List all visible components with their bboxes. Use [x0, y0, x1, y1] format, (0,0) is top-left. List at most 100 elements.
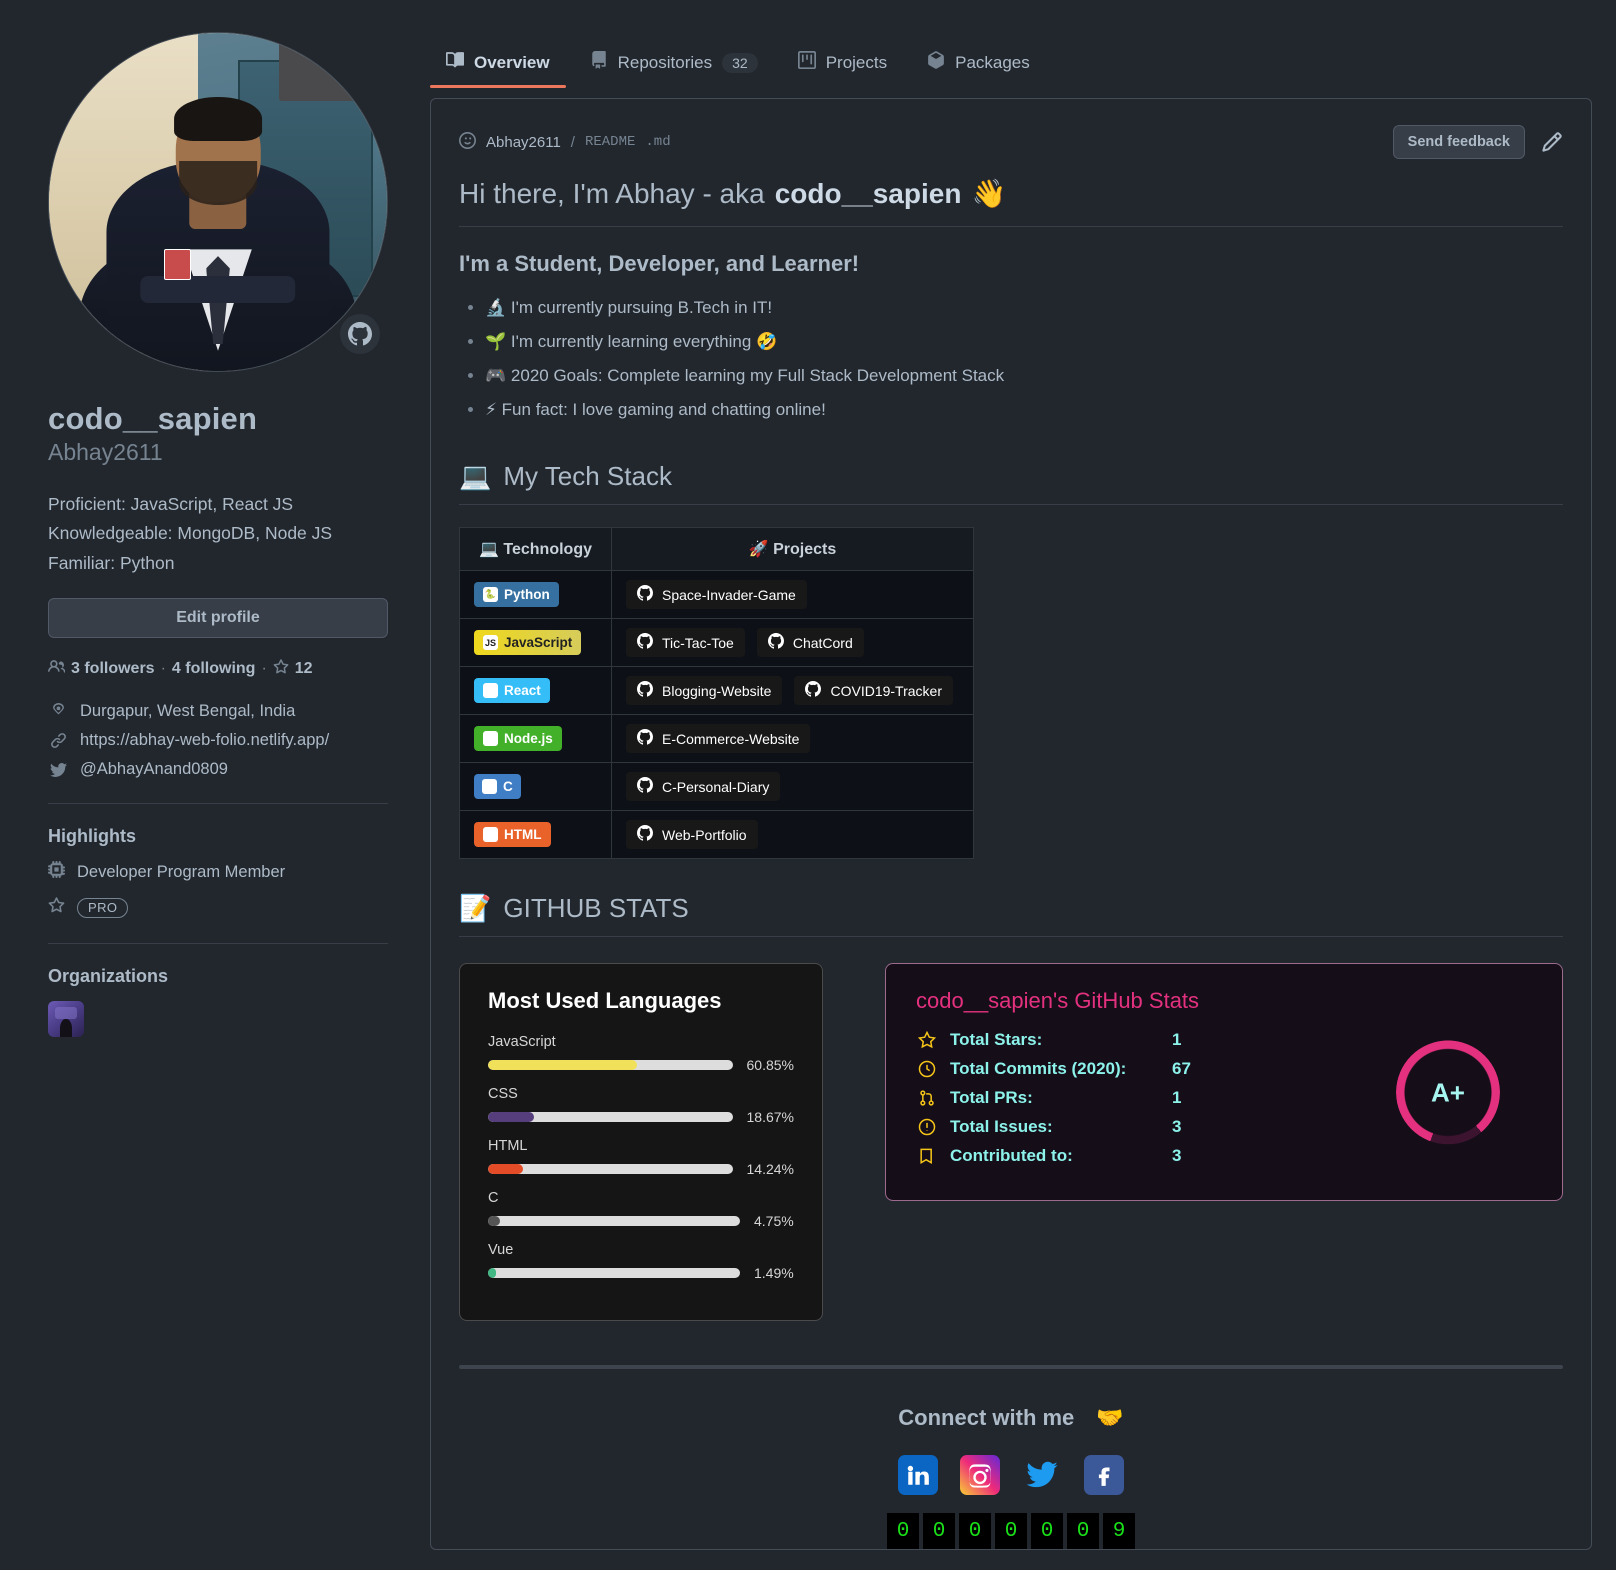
projects-cell: E-Commerce-Website: [611, 714, 974, 763]
stat-row: Contributed to: 3: [916, 1146, 1532, 1166]
tab-packages[interactable]: Packages: [911, 51, 1046, 88]
facebook-icon[interactable]: [1084, 1455, 1124, 1495]
th-projects-label: Projects: [773, 541, 837, 558]
breadcrumb: Abhay2611 / README .md: [459, 131, 671, 153]
stat-value: 1: [1172, 1030, 1182, 1049]
technology-cell: ⚛ React: [459, 666, 612, 715]
highlights-title: Highlights: [48, 826, 136, 847]
stats-card-title: codo__sapien's GitHub Stats: [916, 988, 1200, 1013]
followers-count[interactable]: 3 followers: [71, 660, 155, 678]
github-mark-icon: [637, 585, 653, 604]
github-mark-icon: [637, 633, 653, 652]
project-badge[interactable]: Space-Invader-Game: [626, 580, 807, 609]
language-bar-row: 14.24%: [488, 1161, 794, 1177]
project-badge[interactable]: E-Commerce-Website: [626, 724, 811, 753]
tab-overview[interactable]: Overview: [430, 51, 566, 88]
tab-repositories[interactable]: Repositories 32: [574, 51, 774, 88]
website-row[interactable]: https://abhay-web-folio.netlify.app/: [48, 731, 388, 750]
stars-count[interactable]: 12: [295, 660, 313, 678]
bullet-text: Fun fact: I love gaming and chatting onl…: [501, 400, 826, 419]
th-technology-label: Technology: [503, 541, 592, 558]
github-mark-icon: [767, 633, 784, 652]
bullet-text: I'm currently learning everything 🤣: [510, 332, 778, 351]
stat-value: 3: [1172, 1146, 1182, 1165]
bullet-emoji-icon: 🎮: [485, 366, 507, 386]
table-header-row: 💻 Technology 🚀 Projects: [459, 527, 974, 571]
send-feedback-button[interactable]: Send feedback: [1392, 125, 1525, 159]
divider: [459, 1365, 1563, 1369]
tech-badge: 🐍 Python: [474, 582, 559, 607]
repositories-count-badge: 32: [722, 52, 758, 73]
highlight-developer-program[interactable]: Developer Program Member: [48, 861, 388, 883]
location-text: Durgapur, West Bengal, India: [80, 702, 296, 721]
language-bar-track: [488, 1060, 733, 1070]
smiley-icon: [459, 131, 476, 153]
project-badge[interactable]: Web-Portfolio: [626, 820, 758, 849]
link-icon: [48, 732, 68, 749]
counter-digit: 0: [887, 1513, 919, 1549]
following-count[interactable]: 4 following: [172, 660, 256, 678]
th-projects: 🚀 Projects: [611, 527, 974, 571]
edit-profile-button[interactable]: Edit profile: [48, 598, 388, 639]
tech-badge: 5 HTML: [474, 822, 551, 847]
clock-icon: [916, 1059, 938, 1079]
pro-badge: PRO: [77, 898, 129, 919]
language-label: CSS: [488, 1086, 518, 1102]
table-row: JS Node.js E-Commerce-Website: [459, 714, 974, 763]
repo-icon: [590, 51, 608, 74]
tech-badge: ⚛ React: [474, 678, 550, 703]
profile-bio: Proficient: JavaScript, React JS Knowled…: [48, 490, 388, 578]
project-badge[interactable]: C-Personal-Diary: [626, 772, 781, 801]
tab-overview-label: Overview: [474, 52, 550, 72]
tab-projects[interactable]: Projects: [782, 51, 903, 88]
stat-value: 67: [1172, 1059, 1191, 1078]
book-icon: [446, 51, 465, 74]
divider: [48, 803, 388, 805]
tab-projects-label: Projects: [825, 52, 888, 72]
package-icon: [927, 51, 945, 74]
highlight-pro[interactable]: PRO: [48, 897, 388, 919]
stat-label: Total PRs:: [950, 1088, 1033, 1107]
counter-digit: 9: [1103, 1513, 1135, 1549]
location-row: Durgapur, West Bengal, India: [48, 702, 388, 721]
breadcrumb-owner[interactable]: Abhay2611: [486, 134, 561, 151]
stat-label: Total Stars:: [950, 1030, 1043, 1049]
github-mark-badge-icon[interactable]: [338, 312, 382, 356]
organization-avatar[interactable]: [48, 1001, 84, 1038]
breadcrumb-slash: /: [570, 133, 575, 151]
linkedin-icon[interactable]: [898, 1455, 938, 1495]
tech-stack-table: 💻 Technology 🚀 Projects 🐍 Python Space-Inv…: [459, 527, 974, 859]
stat-value: 3: [1172, 1117, 1182, 1136]
list-item: 🎮 2020 Goals: Complete learning my Full …: [485, 359, 1563, 393]
breadcrumb-file[interactable]: README: [585, 134, 635, 150]
technology-cell: CC: [459, 762, 612, 811]
project-badge[interactable]: Tic-Tac-Toe: [626, 628, 745, 657]
bullet-text: I'm currently pursuing B.Tech in IT!: [510, 298, 773, 317]
twitter-icon: [48, 761, 68, 778]
profile-meta-list: Durgapur, West Bengal, India https://abh…: [48, 702, 388, 779]
divider: [48, 943, 388, 945]
connect-section: Connect with me 🤝 0 0 0 0 0 0 9: [459, 1405, 1563, 1549]
github-mark-icon: [637, 825, 653, 844]
website-link[interactable]: https://abhay-web-folio.netlify.app/: [80, 731, 329, 750]
twitter-row[interactable]: @AbhayAnand0809: [48, 760, 388, 779]
instagram-icon[interactable]: [960, 1455, 1000, 1495]
profile-sidebar: codo__sapien Abhay2611 Proficient: JavaS…: [0, 0, 428, 1570]
twitter-handle[interactable]: @AbhayAnand0809: [80, 760, 228, 779]
project-badge[interactable]: Blogging-Website: [626, 676, 783, 705]
tab-repositories-label: Repositories: [617, 52, 713, 72]
counter-digit: 0: [959, 1513, 991, 1549]
avatar[interactable]: [48, 32, 388, 372]
list-item: 🔬 I'm currently pursuing B.Tech in IT!: [485, 291, 1563, 325]
twitter-icon[interactable]: [1022, 1455, 1062, 1495]
project-badge[interactable]: ChatCord: [756, 628, 864, 657]
tech-stack-tbody: 🐍 Python Space-Invader-Game JS JavaScript Tic…: [459, 570, 974, 859]
technology-cell: JS Node.js: [459, 714, 612, 763]
edit-pencil-icon[interactable]: [1541, 131, 1563, 153]
visitor-counter: 0000009: [459, 1513, 1563, 1549]
stat-label: Total Issues:: [950, 1117, 1053, 1136]
language-bars: JavaScript 60.85% CSS 18.67% HTML 14.24% C 4.75…: [488, 1034, 794, 1281]
project-badge[interactable]: COVID19-Tracker: [794, 676, 953, 705]
language-bar-fill: [488, 1216, 500, 1226]
stat-label: Contributed to:: [950, 1146, 1073, 1165]
